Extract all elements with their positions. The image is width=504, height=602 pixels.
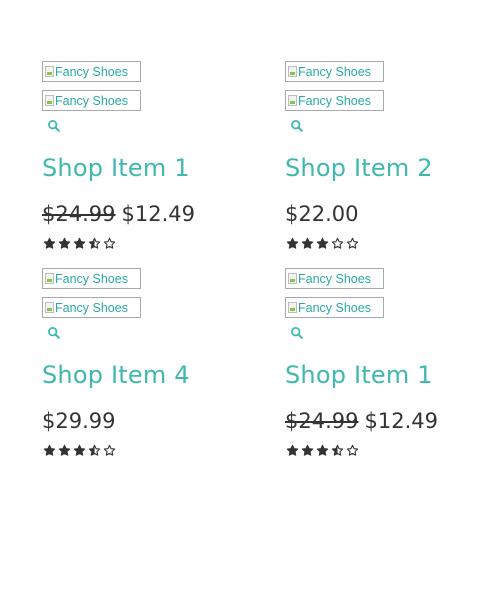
product-image[interactable]: Fancy Shoes (285, 268, 384, 289)
star-icon (43, 444, 56, 456)
search-icon[interactable] (47, 326, 63, 342)
star-outline-icon (346, 444, 359, 456)
product-image-hover[interactable]: Fancy Shoes (285, 297, 384, 318)
product-image-hover[interactable]: Fancy Shoes (42, 90, 141, 111)
product-card: Fancy Shoes Fancy Shoes Shop Item 4 $29.… (42, 268, 242, 458)
star-half-icon (331, 444, 344, 456)
product-image[interactable]: Fancy Shoes (285, 61, 384, 82)
sale-price: $12.49 (364, 409, 438, 433)
star-icon (301, 444, 314, 456)
product-card: Fancy Shoes Fancy Shoes Shop Item 2 $22.… (285, 61, 485, 251)
star-half-icon (88, 237, 101, 249)
star-rating (286, 237, 485, 251)
broken-image-icon (45, 302, 54, 313)
image-alt-text: Fancy Shoes (55, 94, 128, 108)
image-alt-text: Fancy Shoes (55, 272, 128, 286)
star-outline-icon (346, 237, 359, 249)
broken-image-icon (45, 66, 54, 77)
broken-image-icon (45, 95, 54, 106)
product-image-hover[interactable]: Fancy Shoes (42, 297, 141, 318)
original-price: $24.99 (42, 202, 116, 226)
product-price: $24.99 $12.49 (42, 200, 242, 228)
broken-image-icon (288, 273, 297, 284)
product-title[interactable]: Shop Item 1 (285, 360, 485, 390)
product-price: $22.00 (285, 200, 485, 228)
search-icon[interactable] (290, 326, 306, 342)
broken-image-icon (288, 302, 297, 313)
star-outline-icon (331, 237, 344, 249)
sale-price: $29.99 (42, 409, 116, 433)
product-image[interactable]: Fancy Shoes (42, 268, 141, 289)
product-card: Fancy Shoes Fancy Shoes Shop Item 1 $24.… (42, 61, 242, 251)
star-rating (286, 444, 485, 458)
product-price: $29.99 (42, 407, 242, 435)
image-alt-text: Fancy Shoes (298, 301, 371, 315)
image-alt-text: Fancy Shoes (298, 94, 371, 108)
search-icon[interactable] (290, 119, 306, 135)
product-title[interactable]: Shop Item 2 (285, 153, 485, 183)
broken-image-icon (45, 273, 54, 284)
product-title[interactable]: Shop Item 1 (42, 153, 242, 183)
star-half-icon (88, 444, 101, 456)
sale-price: $12.49 (121, 202, 195, 226)
original-price: $24.99 (285, 409, 359, 433)
star-icon (58, 237, 71, 249)
product-title[interactable]: Shop Item 4 (42, 360, 242, 390)
star-icon (43, 237, 56, 249)
product-image[interactable]: Fancy Shoes (42, 61, 141, 82)
star-icon (286, 237, 299, 249)
star-icon (316, 237, 329, 249)
star-icon (286, 444, 299, 456)
image-alt-text: Fancy Shoes (298, 272, 371, 286)
search-icon[interactable] (47, 119, 63, 135)
star-icon (316, 444, 329, 456)
image-alt-text: Fancy Shoes (55, 301, 128, 315)
star-rating (43, 444, 242, 458)
star-icon (301, 237, 314, 249)
broken-image-icon (288, 66, 297, 77)
star-outline-icon (103, 444, 116, 456)
star-icon (73, 444, 86, 456)
star-outline-icon (103, 237, 116, 249)
broken-image-icon (288, 95, 297, 106)
product-price: $24.99 $12.49 (285, 407, 485, 435)
star-icon (58, 444, 71, 456)
image-alt-text: Fancy Shoes (55, 65, 128, 79)
product-image-hover[interactable]: Fancy Shoes (285, 90, 384, 111)
star-icon (73, 237, 86, 249)
star-rating (43, 237, 242, 251)
sale-price: $22.00 (285, 202, 359, 226)
image-alt-text: Fancy Shoes (298, 65, 371, 79)
product-card: Fancy Shoes Fancy Shoes Shop Item 1 $24.… (285, 268, 485, 458)
